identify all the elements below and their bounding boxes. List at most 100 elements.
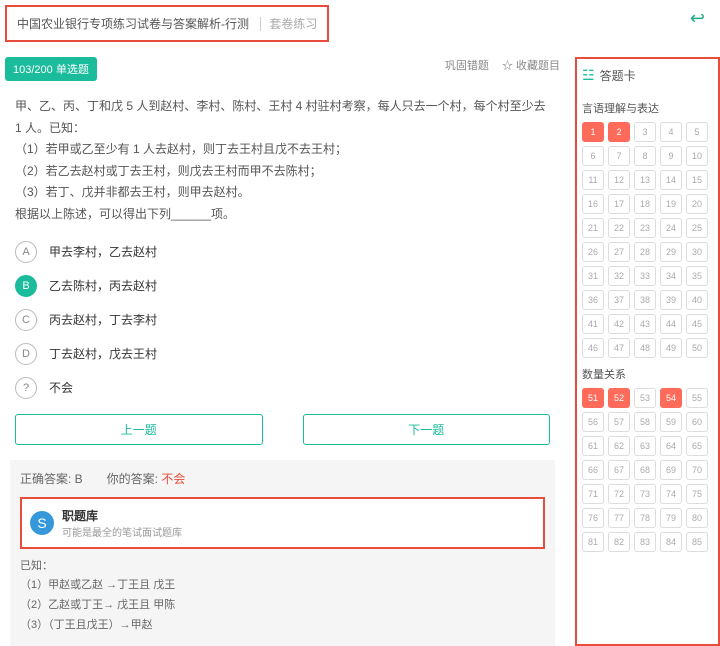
card-cell-63[interactable]: 63 <box>634 436 656 456</box>
card-cell-74[interactable]: 74 <box>660 484 682 504</box>
card-cell-53[interactable]: 53 <box>634 388 656 408</box>
card-cell-41[interactable]: 41 <box>582 314 604 334</box>
card-cell-40[interactable]: 40 <box>686 290 708 310</box>
card-cell-25[interactable]: 25 <box>686 218 708 238</box>
card-cell-44[interactable]: 44 <box>660 314 682 334</box>
card-cell-24[interactable]: 24 <box>660 218 682 238</box>
card-cell-20[interactable]: 20 <box>686 194 708 214</box>
card-cell-80[interactable]: 80 <box>686 508 708 528</box>
card-cell-2[interactable]: 2 <box>608 122 630 142</box>
card-cell-49[interactable]: 49 <box>660 338 682 358</box>
card-cell-65[interactable]: 65 <box>686 436 708 456</box>
card-cell-16[interactable]: 16 <box>582 194 604 214</box>
card-cell-57[interactable]: 57 <box>608 412 630 432</box>
favorite-button[interactable]: ☆ 收藏题目 <box>502 60 560 72</box>
card-cell-51[interactable]: 51 <box>582 388 604 408</box>
card-cell-85[interactable]: 85 <box>686 532 708 552</box>
card-cell-13[interactable]: 13 <box>634 170 656 190</box>
option-text: 甲去李村，乙去赵村 <box>49 243 157 260</box>
card-cell-26[interactable]: 26 <box>582 242 604 262</box>
card-cell-37[interactable]: 37 <box>608 290 630 310</box>
card-cell-33[interactable]: 33 <box>634 266 656 286</box>
card-cell-34[interactable]: 34 <box>660 266 682 286</box>
card-cell-11[interactable]: 11 <box>582 170 604 190</box>
card-cell-19[interactable]: 19 <box>660 194 682 214</box>
card-cell-18[interactable]: 18 <box>634 194 656 214</box>
toolbar: 巩固错题 ☆ 收藏题目 <box>435 57 560 73</box>
option-D[interactable]: D丁去赵村，戊去王村 <box>15 343 550 365</box>
card-cell-70[interactable]: 70 <box>686 460 708 480</box>
card-cell-76[interactable]: 76 <box>582 508 604 528</box>
card-cell-28[interactable]: 28 <box>634 242 656 262</box>
card-cell-60[interactable]: 60 <box>686 412 708 432</box>
card-cell-8[interactable]: 8 <box>634 146 656 166</box>
card-cell-52[interactable]: 52 <box>608 388 630 408</box>
card-cell-31[interactable]: 31 <box>582 266 604 286</box>
card-cell-21[interactable]: 21 <box>582 218 604 238</box>
card-cell-17[interactable]: 17 <box>608 194 630 214</box>
card-cell-27[interactable]: 27 <box>608 242 630 262</box>
card-cell-7[interactable]: 7 <box>608 146 630 166</box>
card-cell-32[interactable]: 32 <box>608 266 630 286</box>
card-cell-69[interactable]: 69 <box>660 460 682 480</box>
card-cell-61[interactable]: 61 <box>582 436 604 456</box>
card-cell-58[interactable]: 58 <box>634 412 656 432</box>
card-cell-14[interactable]: 14 <box>660 170 682 190</box>
card-cell-22[interactable]: 22 <box>608 218 630 238</box>
card-cell-56[interactable]: 56 <box>582 412 604 432</box>
card-cell-71[interactable]: 71 <box>582 484 604 504</box>
card-cell-3[interactable]: 3 <box>634 122 656 142</box>
card-cell-62[interactable]: 62 <box>608 436 630 456</box>
option-C[interactable]: C丙去赵村，丁去李村 <box>15 309 550 331</box>
card-cell-75[interactable]: 75 <box>686 484 708 504</box>
card-cell-47[interactable]: 47 <box>608 338 630 358</box>
card-cell-43[interactable]: 43 <box>634 314 656 334</box>
card-cell-73[interactable]: 73 <box>634 484 656 504</box>
card-cell-6[interactable]: 6 <box>582 146 604 166</box>
card-cell-48[interactable]: 48 <box>634 338 656 358</box>
card-cell-68[interactable]: 68 <box>634 460 656 480</box>
option-A[interactable]: A甲去李村，乙去赵村 <box>15 241 550 263</box>
card-cell-45[interactable]: 45 <box>686 314 708 334</box>
card-cell-54[interactable]: 54 <box>660 388 682 408</box>
card-cell-64[interactable]: 64 <box>660 436 682 456</box>
card-cell-9[interactable]: 9 <box>660 146 682 166</box>
header-sub: 套卷练习 <box>260 17 317 31</box>
card-cell-42[interactable]: 42 <box>608 314 630 334</box>
card-cell-82[interactable]: 82 <box>608 532 630 552</box>
option-key: B <box>15 275 37 297</box>
card-cell-38[interactable]: 38 <box>634 290 656 310</box>
card-cell-67[interactable]: 67 <box>608 460 630 480</box>
back-icon[interactable]: ↩ <box>690 8 705 29</box>
card-cell-29[interactable]: 29 <box>660 242 682 262</box>
option-B[interactable]: B乙去陈村，丙去赵村 <box>15 275 550 297</box>
card-cell-35[interactable]: 35 <box>686 266 708 286</box>
prev-button[interactable]: 上一题 <box>15 414 263 445</box>
card-cell-84[interactable]: 84 <box>660 532 682 552</box>
card-cell-36[interactable]: 36 <box>582 290 604 310</box>
card-cell-81[interactable]: 81 <box>582 532 604 552</box>
card-cell-66[interactable]: 66 <box>582 460 604 480</box>
card-cell-4[interactable]: 4 <box>660 122 682 142</box>
card-cell-15[interactable]: 15 <box>686 170 708 190</box>
card-cell-46[interactable]: 46 <box>582 338 604 358</box>
card-cell-83[interactable]: 83 <box>634 532 656 552</box>
option-text: 不会 <box>49 379 73 396</box>
option-?[interactable]: ?不会 <box>15 377 550 399</box>
card-cell-30[interactable]: 30 <box>686 242 708 262</box>
next-button[interactable]: 下一题 <box>303 414 551 445</box>
card-cell-72[interactable]: 72 <box>608 484 630 504</box>
card-cell-50[interactable]: 50 <box>686 338 708 358</box>
card-cell-10[interactable]: 10 <box>686 146 708 166</box>
card-cell-39[interactable]: 39 <box>660 290 682 310</box>
card-cell-1[interactable]: 1 <box>582 122 604 142</box>
card-cell-79[interactable]: 79 <box>660 508 682 528</box>
card-cell-77[interactable]: 77 <box>608 508 630 528</box>
card-cell-23[interactable]: 23 <box>634 218 656 238</box>
card-cell-5[interactable]: 5 <box>686 122 708 142</box>
consolidate-button[interactable]: 巩固错题 <box>445 60 489 72</box>
card-cell-55[interactable]: 55 <box>686 388 708 408</box>
card-cell-59[interactable]: 59 <box>660 412 682 432</box>
card-cell-12[interactable]: 12 <box>608 170 630 190</box>
card-cell-78[interactable]: 78 <box>634 508 656 528</box>
